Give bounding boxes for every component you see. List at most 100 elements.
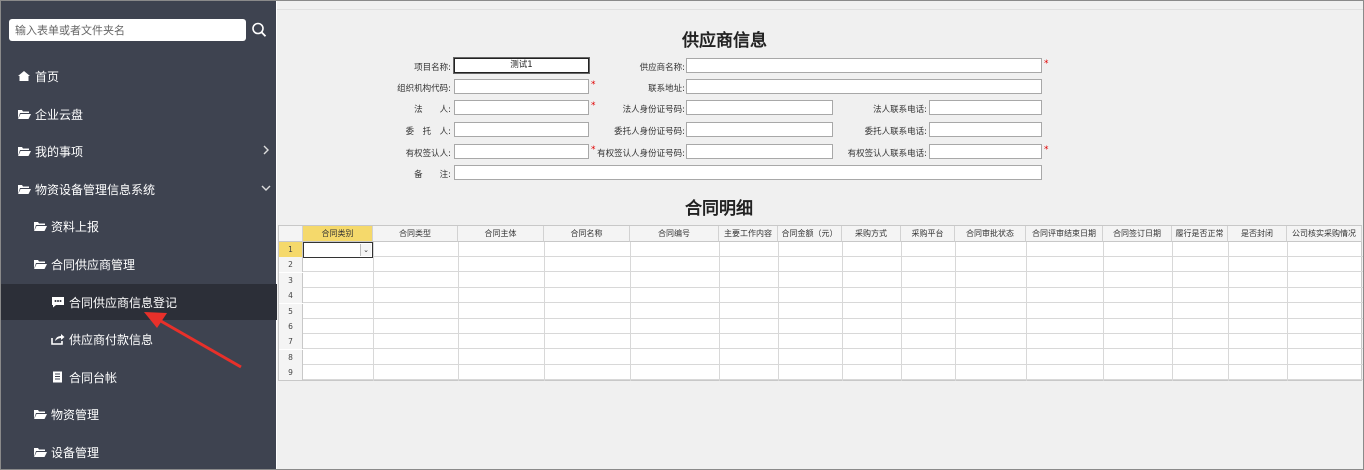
org-code-field[interactable] xyxy=(454,79,589,94)
legal-phone-field[interactable] xyxy=(929,100,1042,115)
detail-title: 合同明细 xyxy=(685,199,753,219)
chat-icon xyxy=(52,297,64,308)
column-header[interactable]: 履行是否正常 xyxy=(1172,226,1228,242)
grid-corner xyxy=(279,226,303,242)
delegate-phone-field[interactable] xyxy=(929,122,1042,137)
legal-person-field[interactable] xyxy=(454,100,589,115)
grid-line xyxy=(1103,242,1104,381)
grid-line xyxy=(1228,242,1229,381)
main-content: 供应商信息 项目名称: 测试1 供应商名称: * 组织机构代码: * 联系地址:… xyxy=(277,1,1363,469)
row-number: 8 xyxy=(279,349,303,365)
search-input[interactable] xyxy=(9,20,246,41)
contract-detail-grid[interactable]: 合同类别 合同类型 合同主体 合同名称 合同编号 主要工作内容 合同金额（元） 采购方式 采购平… xyxy=(278,225,1363,381)
address-field[interactable] xyxy=(686,79,1042,94)
row-number: 5 xyxy=(279,303,303,319)
sidebar-item-label: 首页 xyxy=(35,69,60,84)
row-number: 3 xyxy=(279,272,303,288)
label-remark: 备 注: xyxy=(414,170,451,180)
table-row[interactable]: 8 xyxy=(279,349,1363,365)
column-header[interactable]: 采购平台 xyxy=(901,226,955,242)
label-signer-phone: 有权签认人联系电话: xyxy=(847,149,927,159)
signer-field[interactable] xyxy=(454,144,589,159)
label-delegate: 委 托 人: xyxy=(405,127,451,137)
sidebar-item-cloud[interactable]: 企业云盘 xyxy=(1,96,292,132)
label-signer-id: 有权签认人身份证号码: xyxy=(597,149,685,159)
home-icon xyxy=(18,71,30,81)
column-header[interactable]: 合同编号 xyxy=(630,226,719,242)
folder-open-icon xyxy=(34,448,47,457)
table-row[interactable]: 9 xyxy=(279,365,1363,381)
delegate-id-field[interactable] xyxy=(686,122,833,137)
required-mark: * xyxy=(1044,59,1049,69)
folder-open-icon xyxy=(18,110,31,119)
column-header[interactable]: 合同金额（元） xyxy=(778,226,842,242)
chevron-right-icon xyxy=(263,145,269,155)
column-header[interactable]: 合同审批状态 xyxy=(955,226,1026,242)
column-header[interactable]: 合同类别 xyxy=(303,226,373,242)
grid-line xyxy=(458,242,459,381)
column-header[interactable]: 合同类型 xyxy=(373,226,458,242)
chevron-down-icon[interactable]: ⌄ xyxy=(360,244,371,256)
label-project-name: 项目名称: xyxy=(414,63,451,73)
sidebar-item-materials-system[interactable]: 物资设备管理信息系统 xyxy=(1,171,292,207)
table-row[interactable]: 7 xyxy=(279,334,1363,350)
table-row[interactable]: 2 xyxy=(279,257,1363,273)
sidebar-item-home[interactable]: 首页 xyxy=(1,58,292,94)
column-header[interactable]: 采购方式 xyxy=(842,226,901,242)
remark-field[interactable] xyxy=(454,165,1042,180)
grid-line xyxy=(842,242,843,381)
supplier-name-field[interactable] xyxy=(686,58,1042,73)
row-number: 4 xyxy=(279,288,303,304)
table-row[interactable]: 5 xyxy=(279,303,1363,319)
required-mark: * xyxy=(1044,145,1049,155)
delegate-field[interactable] xyxy=(454,122,589,137)
grid-line xyxy=(1026,242,1027,381)
label-legal-id: 法人身份证号码: xyxy=(622,105,685,115)
row-number: 6 xyxy=(279,319,303,334)
legal-id-field[interactable] xyxy=(686,100,833,115)
sidebar-item-label: 合同台帐 xyxy=(69,370,118,385)
folder-open-icon xyxy=(18,147,31,156)
grid-line xyxy=(901,242,902,381)
sidebar-item-contract-supplier[interactable]: 合同供应商管理 xyxy=(1,246,308,282)
sidebar-item-label: 资料上报 xyxy=(51,219,100,234)
share-icon xyxy=(51,334,65,345)
grid-line xyxy=(373,242,374,381)
label-delegate-phone: 委托人联系电话: xyxy=(864,127,927,137)
search-icon[interactable] xyxy=(251,21,267,39)
grid-line xyxy=(719,242,720,381)
folder-open-icon xyxy=(18,185,31,194)
label-legal-person: 法 人: xyxy=(414,105,451,115)
sidebar-item-my-tasks[interactable]: 我的事项 xyxy=(1,133,292,169)
sidebar-item-equipment[interactable]: 设备管理 xyxy=(1,434,308,469)
grid-line xyxy=(1172,242,1173,381)
table-row[interactable]: 4 xyxy=(279,288,1363,304)
table-row[interactable]: 1 xyxy=(279,242,1363,257)
signer-id-field[interactable] xyxy=(686,144,833,159)
sidebar: 首页 企业云盘 我的事项 物资设备管理信息系统 资料上报 合同供应商管理 xyxy=(1,1,326,469)
label-signer: 有权签认人: xyxy=(405,149,451,159)
column-header[interactable]: 合同主体 xyxy=(458,226,544,242)
column-header[interactable]: 合同名称 xyxy=(544,226,630,242)
signer-phone-field[interactable] xyxy=(929,144,1042,159)
column-header[interactable]: 是否封闭 xyxy=(1228,226,1287,242)
label-delegate-id: 委托人身份证号码: xyxy=(614,127,685,137)
grid-line xyxy=(544,242,545,381)
table-row[interactable]: 3 xyxy=(279,272,1363,288)
selected-cell-dropdown[interactable]: ⌄ xyxy=(303,242,373,258)
sidebar-item-materials[interactable]: 物资管理 xyxy=(1,396,308,432)
label-address: 联系地址: xyxy=(648,84,685,94)
table-row[interactable]: 6 xyxy=(279,319,1363,334)
sidebar-item-data-report[interactable]: 资料上报 xyxy=(1,208,308,244)
column-header[interactable]: 主要工作内容 xyxy=(719,226,778,242)
column-header[interactable]: 合同签订日期 xyxy=(1103,226,1172,242)
folder-open-icon xyxy=(34,410,47,419)
project-name-field[interactable]: 测试1 xyxy=(454,58,589,73)
sidebar-item-label: 物资设备管理信息系统 xyxy=(35,182,156,197)
column-header[interactable]: 公司核实采购情况 xyxy=(1287,226,1362,242)
search-box xyxy=(9,19,246,41)
column-header[interactable]: 合同评审结束日期 xyxy=(1026,226,1103,242)
required-mark: * xyxy=(591,80,596,90)
document-icon xyxy=(53,371,62,383)
sidebar-item-label: 合同供应商管理 xyxy=(51,257,136,272)
